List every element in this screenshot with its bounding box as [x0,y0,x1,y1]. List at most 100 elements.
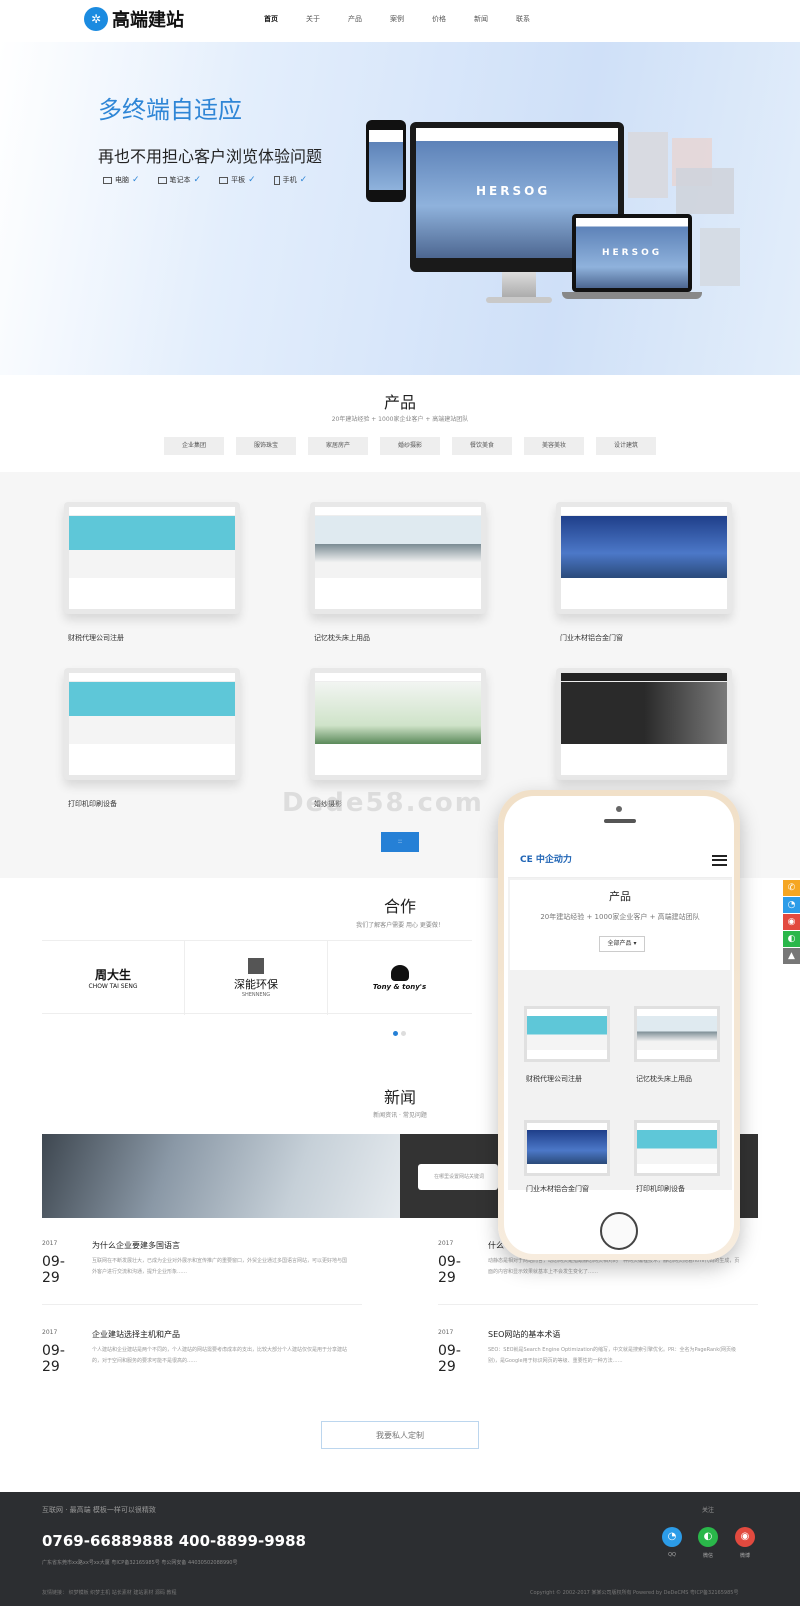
partner-logo[interactable]: 周大生 CHOW TAI SENG [42,941,185,1015]
category-tab[interactable]: 餐饮美食 [452,437,512,455]
partner-logos: 周大生 CHOW TAI SENG 深能环保 SHENNENG Tony & ton… [42,940,472,1015]
device-laptop: 笔记本 ✓ [157,175,202,185]
category-tab[interactable]: 服饰珠宝 [236,437,296,455]
check-icon: ✓ [132,175,140,185]
news-title[interactable]: 为什么企业要建多国语言 [92,1240,180,1251]
carousel-dot[interactable] [401,1031,406,1036]
product-label[interactable]: 打印机印刷设备 [68,799,117,809]
social-label: QQ [668,1552,676,1558]
phone-product-label[interactable]: 门业木材铝合金门窗 [526,1184,589,1194]
more-products-button[interactable]: :: [381,832,419,852]
partner-name: 深能环保 [234,978,278,991]
category-tab[interactable]: 婚纱摄影 [380,437,440,455]
footer-address: 广东省东莞市xx路xx号xx大厦 粤ICP备32165985号 粤公网安备 44… [42,1560,238,1566]
mockup-brand: HERSOG [476,184,551,198]
phone-home-button [600,1212,638,1250]
phone-section-title: 产品 [609,890,631,903]
qq-icon[interactable]: ◔ [662,1527,682,1547]
product-label[interactable]: 记忆枕头床上用品 [314,633,370,643]
phone-product-card[interactable] [634,1120,720,1176]
hamburger-menu-icon[interactable] [712,855,727,866]
category-tab[interactable]: 家居房产 [308,437,368,455]
news-excerpt: 互联网在不断发展壮大，已成为企业对外展示和宣传推广的重要窗口，外贸企业通过多国语… [92,1258,347,1275]
product-thumb [69,516,235,578]
page: ✲ 高端建站 首页 关于 产品 案例 价格 新闻 联系 多终端自适应 再也不用担… [0,0,800,1606]
collage-photo [700,228,740,286]
product-thumb [561,516,727,578]
device-label: 电脑 [115,176,129,184]
site-header: ✲ 高端建站 首页 关于 产品 案例 价格 新闻 联系 [0,0,800,42]
product-card[interactable] [556,668,732,780]
device-pc: 电脑 ✓ [103,175,140,185]
phone-logo: CE 中企动力 [520,855,572,865]
product-card[interactable] [310,668,486,780]
product-card[interactable] [64,502,240,614]
news-title[interactable]: 企业建站选择主机和产品 [92,1329,180,1340]
social-label: 微博 [739,1553,750,1559]
collage-photo [628,132,668,198]
wechat-float-icon[interactable]: ◐ [783,931,800,947]
phone-product-label[interactable]: 财税代理公司注册 [526,1074,582,1084]
weibo-icon[interactable]: ◉ [735,1527,755,1547]
news-title[interactable]: SEO网站的基本术语 [488,1329,560,1340]
news-date: 09-29 [42,1254,65,1286]
check-icon: ✓ [299,175,308,185]
phone-product-card[interactable] [524,1006,610,1062]
laptop-screen: HERSOG [576,218,688,288]
tablet-icon [219,176,229,184]
divider [438,1304,758,1305]
products-subtitle: 20年建站经验 + 1000家企业客户 + 高端建站团队 [331,416,469,423]
nav-item-home[interactable]: 首页 [250,14,292,24]
partner-icon [248,958,264,974]
logo-text: 高端建站 [112,10,184,31]
news-date: 09-29 [438,1343,461,1375]
mockup-brand: HERSOG [602,248,663,258]
nav-item-price[interactable]: 价格 [418,14,460,24]
phone-section-subtitle: 20年建站经验 + 1000家企业客户 + 高端建站团队 [540,913,700,921]
product-card[interactable] [64,668,240,780]
category-tab[interactable]: 企业集团 [164,437,224,455]
device-list: 电脑 ✓ 笔记本 ✓ 平板 ✓ 手机 ✓ [103,175,325,185]
nav-item-about[interactable]: 关于 [292,14,334,24]
logo[interactable]: ✲ 高端建站 [84,6,184,32]
nav-item-news[interactable]: 新闻 [460,14,502,24]
nav-item-products[interactable]: 产品 [334,14,376,24]
product-label[interactable]: 财税代理公司注册 [68,633,124,643]
phone-float-icon[interactable]: ✆ [783,880,800,896]
weibo-float-icon[interactable]: ◉ [783,914,800,930]
news-search-input[interactable]: 在哪里设置网站关键词 [418,1164,498,1190]
nav-item-contact[interactable]: 联系 [502,14,544,24]
phone-product-label[interactable]: 打印机印刷设备 [636,1184,685,1194]
custom-order-button[interactable]: 我要私人定制 [321,1421,479,1449]
wechat-icon[interactable]: ◐ [698,1527,718,1547]
product-card[interactable] [310,502,486,614]
news-year: 2017 [438,1329,454,1336]
check-icon: ✓ [193,175,202,185]
monitor-icon [103,176,112,184]
products-title: 产品 [383,393,416,412]
partner-logo[interactable]: 深能环保 SHENNENG [185,941,328,1015]
partner-sub: CHOW TAI SENG [88,983,138,990]
phone-product-label[interactable]: 记忆枕头床上用品 [636,1074,692,1084]
partner-icon [390,965,409,981]
product-thumb [315,682,481,744]
footer-links[interactable]: 友情链接： 织梦模板 织梦主机 站长素材 建站素材 源码 教程 [42,1589,177,1596]
phone-product-card[interactable] [634,1006,720,1062]
product-label[interactable]: 门业木材铝合金门窗 [560,633,623,643]
phone-category-select[interactable]: 全部产品 ▾ [599,936,645,952]
back-to-top-icon[interactable]: ▲ [783,948,800,964]
logo-globe-icon: ✲ [84,7,108,31]
category-tab[interactable]: 美容美妆 [524,437,584,455]
product-card[interactable] [556,502,732,614]
phone-product-card[interactable] [524,1120,610,1176]
news-year: 2017 [438,1240,454,1247]
category-tab[interactable]: 设计建筑 [596,437,656,455]
carousel-dot[interactable] [393,1031,398,1036]
news-date: 09-29 [42,1343,65,1375]
qq-float-icon[interactable]: ◔ [783,897,800,913]
carousel-dots [393,1031,409,1036]
partner-logo[interactable]: Tony & tony's [328,941,471,1015]
footer-copyright: Copyright © 2002-2017 某某公司版权所有 Powered b… [530,1590,739,1596]
nav-item-cases[interactable]: 案例 [376,14,418,24]
partner-sub: SHENNENG [241,992,271,998]
